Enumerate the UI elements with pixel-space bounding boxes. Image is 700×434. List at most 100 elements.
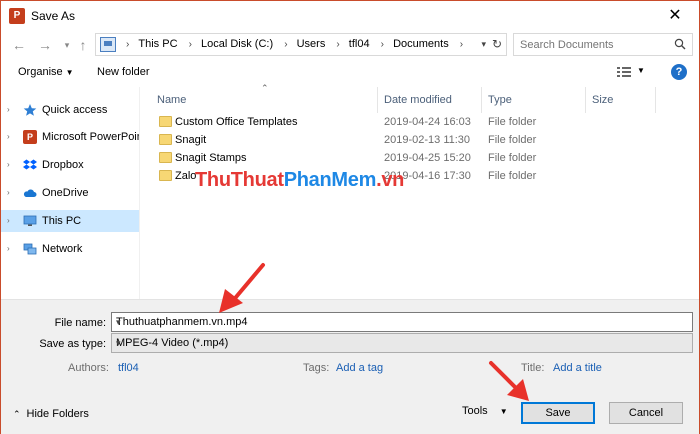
expand-icon[interactable]: › — [7, 210, 10, 232]
folder-icon — [159, 134, 172, 145]
help-icon[interactable]: ? — [671, 64, 687, 80]
nav-item-quick-access[interactable]: › Quick access — [1, 99, 139, 121]
view-options-icon[interactable] — [617, 66, 631, 78]
annotation-arrow-save — [489, 361, 529, 401]
chevron-down-icon[interactable]: ▾ — [116, 313, 686, 331]
chevron-down-icon: ▾ — [64, 40, 70, 50]
forward-button[interactable]: → — [35, 35, 55, 55]
save-form: File name: Thuthuatphanmem.vn.mp4 ▾ Save… — [1, 299, 699, 391]
nav-item-label: OneDrive — [42, 187, 89, 199]
view-dropdown-icon[interactable]: ▼ — [637, 66, 645, 75]
command-bar: Organise ▼ New folder ▼ ? — [1, 59, 699, 87]
hide-folders-button[interactable]: ⌃ Hide Folders — [13, 408, 89, 420]
window-title: Save As — [31, 9, 76, 23]
file-row[interactable]: Custom Office Templates 2019-04-24 16:03… — [149, 113, 649, 131]
breadcrumb-user[interactable]: tfl04 — [349, 34, 370, 55]
breadcrumb-local-disk[interactable]: Local Disk (C:) — [201, 34, 273, 55]
folder-icon — [159, 170, 172, 181]
dialog-footer: ⌃ Hide Folders Tools ▼ Save Cancel — [1, 391, 699, 434]
pane-divider[interactable] — [139, 87, 140, 299]
expand-icon[interactable]: › — [7, 182, 10, 204]
file-name: Custom Office Templates — [175, 116, 298, 128]
arrow-left-icon: ← — [12, 37, 26, 53]
file-row[interactable]: Snagit 2019-02-13 11:30 File folder — [149, 131, 649, 149]
save-as-type-select[interactable]: MPEG-4 Video (*.mp4) ▾ — [111, 333, 693, 353]
expand-icon[interactable]: › — [7, 99, 10, 121]
nav-item-label: Network — [42, 243, 83, 255]
nav-item-label: This PC — [42, 215, 82, 227]
file-type: File folder — [488, 134, 537, 146]
computer-icon — [23, 215, 37, 226]
column-header-type[interactable]: Type — [482, 91, 512, 111]
nav-item-onedrive[interactable]: › OneDrive — [1, 182, 139, 204]
title-bar: P Save As ✕ — [1, 1, 699, 31]
file-date: 2019-04-24 16:03 — [384, 116, 471, 128]
arrow-up-icon: ↑ — [79, 37, 87, 53]
column-divider[interactable] — [655, 87, 656, 113]
tags-label: Tags: — [303, 362, 330, 374]
breadcrumb-documents[interactable]: Documents — [393, 34, 449, 55]
file-name-field[interactable]: Thuthuatphanmem.vn.mp4 ▾ — [111, 312, 693, 332]
file-type: File folder — [488, 170, 537, 182]
nav-item-network[interactable]: › Network — [1, 238, 139, 260]
folder-icon — [159, 152, 172, 163]
sort-ascending-icon: ⌃ — [261, 83, 269, 93]
file-date: 2019-04-25 15:20 — [384, 152, 471, 164]
up-button[interactable]: ↑ — [73, 35, 93, 55]
add-tag-link[interactable]: Add a tag — [336, 362, 383, 374]
search-input[interactable] — [520, 36, 668, 53]
folder-icon — [159, 116, 172, 127]
column-header-date-modified[interactable]: Date modified — [378, 91, 452, 111]
organise-button[interactable]: Organise ▼ — [18, 66, 74, 78]
address-bar[interactable]: › This PC › Local Disk (C:) › Users › tf… — [95, 33, 507, 56]
file-name: Zalo — [175, 170, 197, 182]
nav-item-powerpoint[interactable]: › P Microsoft PowerPoin — [1, 126, 139, 148]
refresh-icon[interactable]: ↻ — [492, 34, 502, 55]
nav-item-label: Microsoft PowerPoin — [42, 131, 139, 143]
chevron-down-icon: ▼ — [65, 68, 74, 77]
cloud-icon — [23, 189, 37, 197]
watermark-part: PhanMem — [283, 169, 377, 191]
add-title-link[interactable]: Add a title — [553, 362, 602, 374]
breadcrumb: › This PC › Local Disk (C:) › Users › tf… — [120, 34, 469, 55]
breadcrumb-this-pc[interactable]: This PC — [138, 34, 177, 55]
breadcrumb-users[interactable]: Users — [297, 34, 326, 55]
nav-item-dropbox[interactable]: › Dropbox — [1, 154, 139, 176]
navigation-row: ← → ▾ ↑ › This PC › Local Disk (C:) › Us… — [1, 31, 699, 59]
column-header-name[interactable]: Name — [151, 91, 186, 111]
file-name: Snagit Stamps — [175, 152, 247, 164]
file-row[interactable]: Snagit Stamps 2019-04-25 15:20 File fold… — [149, 149, 649, 167]
search-box[interactable] — [513, 33, 693, 56]
powerpoint-icon: P — [23, 130, 37, 144]
arrow-right-icon: → — [38, 37, 52, 53]
back-button[interactable]: ← — [9, 35, 29, 55]
search-icon — [674, 38, 686, 50]
nav-item-this-pc[interactable]: › This PC — [1, 210, 139, 232]
expand-icon[interactable]: › — [7, 238, 10, 260]
powerpoint-app-icon: P — [9, 8, 25, 24]
nav-item-label: Quick access — [42, 104, 108, 116]
file-type: File folder — [488, 152, 537, 164]
file-name-label: File name: — [54, 317, 106, 329]
dropbox-icon — [23, 159, 37, 170]
authors-value[interactable]: tfl04 — [118, 362, 139, 374]
watermark-logo: ThuThuatPhanMem.vn — [195, 169, 404, 192]
cancel-button[interactable]: Cancel — [609, 402, 683, 424]
expand-icon[interactable]: › — [7, 126, 10, 148]
expand-icon[interactable]: › — [7, 154, 10, 176]
new-folder-button[interactable]: New folder — [97, 66, 150, 78]
address-dropdown-icon[interactable]: ▾ — [481, 34, 486, 55]
authors-label: Authors: — [68, 362, 109, 374]
star-icon — [23, 104, 37, 116]
column-header-size[interactable]: Size — [586, 91, 613, 111]
save-as-dialog: P Save As ✕ ← → ▾ ↑ › This PC › Local Di… — [0, 0, 700, 434]
file-type: File folder — [488, 116, 537, 128]
chevron-right-icon: › — [459, 39, 464, 50]
chevron-down-icon: ▾ — [116, 338, 121, 348]
network-icon — [23, 243, 37, 255]
close-button[interactable]: ✕ — [655, 3, 695, 29]
chevron-down-icon: ▼ — [499, 407, 508, 416]
chevron-right-icon: › — [380, 39, 384, 50]
file-name: Snagit — [175, 134, 207, 146]
close-icon: ✕ — [668, 7, 682, 24]
